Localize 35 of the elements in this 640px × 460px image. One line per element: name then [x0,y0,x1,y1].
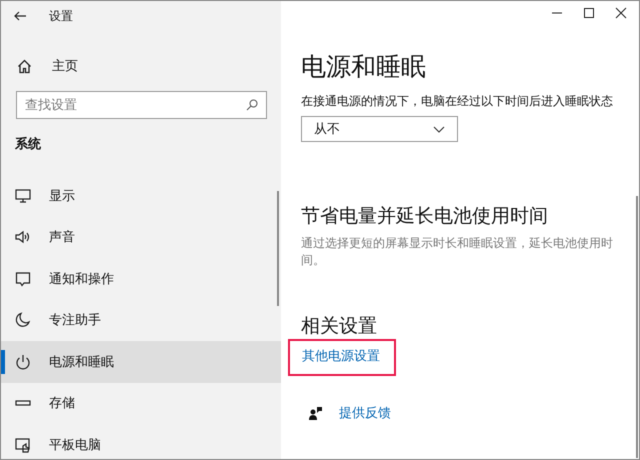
sleep-label: 在接通电源的情况下，电脑在经过以下时间后进入睡眠状态 [301,93,614,110]
monitor-icon [15,188,31,204]
nav-item[interactable]: 声音 [1,216,281,258]
nav-item[interactable]: 通知和操作 [1,258,281,300]
search-field[interactable]: 查找设置 [16,91,267,119]
battery-description: 通过选择更短的屏幕显示时长和睡眠设置，延长电池使用时间。 [301,235,614,269]
window-title: 设置 [49,8,73,24]
home-icon [17,58,32,74]
speaker-icon [15,229,31,246]
nav-item[interactable]: 电源和睡眠 [1,341,281,382]
moon-icon [15,312,31,328]
nav-item[interactable]: 显示 [1,175,281,216]
maximize-icon[interactable] [583,7,595,19]
scrollbar[interactable] [636,196,638,458]
power-icon [15,354,31,370]
close-icon[interactable] [615,7,627,19]
sleep-dropdown[interactable]: 从不 [301,116,458,142]
search-icon [246,99,258,111]
section-heading: 相关设置 [301,314,378,339]
nav-item[interactable]: 专注助手 [1,300,281,341]
home-item[interactable]: 主页 [17,57,97,75]
chevron-down-icon [433,126,445,132]
page-title: 电源和睡眠 [301,51,427,83]
power-settings-link[interactable]: 其他电源设置 [288,339,396,376]
selection-indicator [1,350,5,374]
scrollbar[interactable] [277,191,279,306]
message-icon [15,270,31,287]
back-icon[interactable] [14,11,26,21]
section-heading: 节省电量并延长电池使用时间 [301,204,549,229]
nav-item[interactable]: 平板电脑 [1,424,281,459]
nav-item[interactable]: 存储 [1,382,281,424]
section-heading: 系统 [15,136,42,153]
tablet-icon [15,436,31,453]
people-icon [309,406,323,420]
feedback-link[interactable]: 提供反馈 [339,404,391,422]
